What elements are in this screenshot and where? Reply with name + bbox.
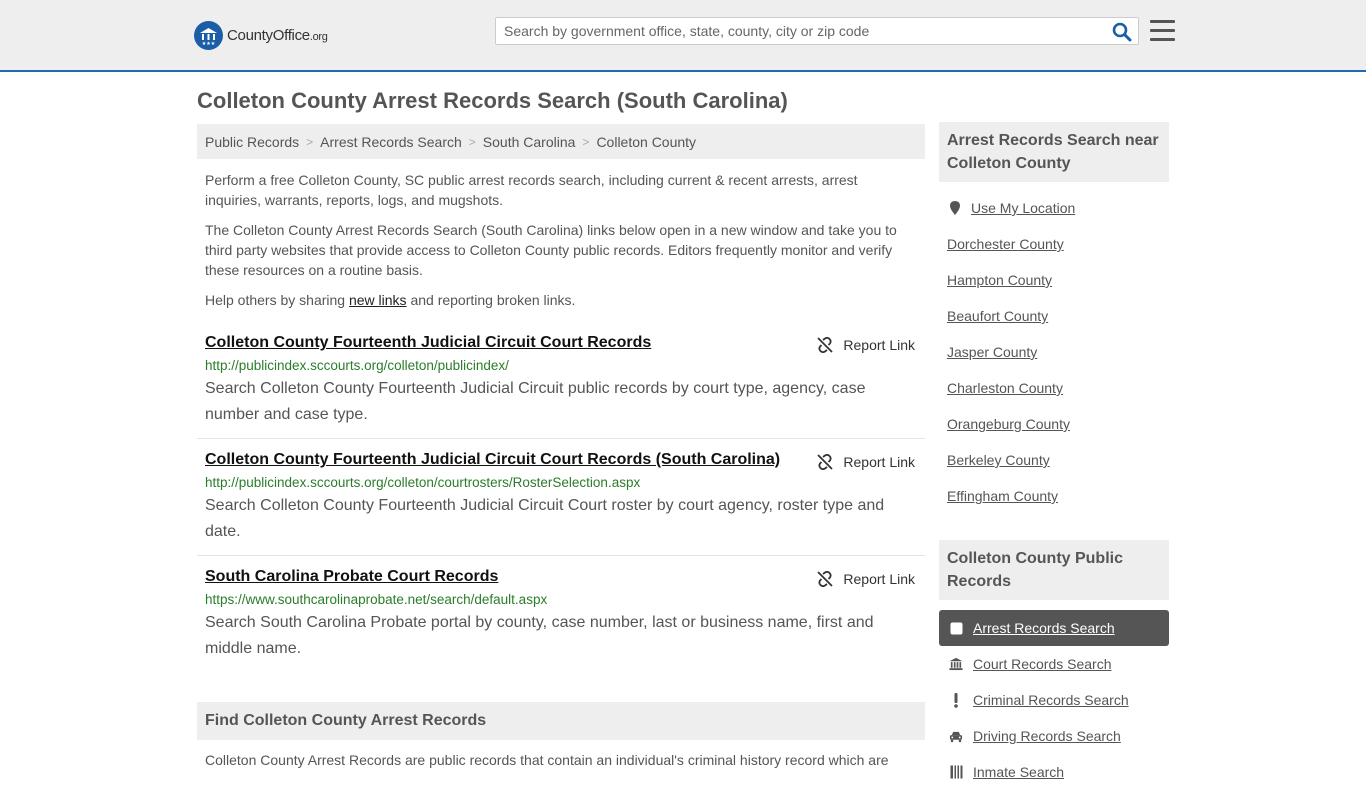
sidebar-item-criminal-records[interactable]: Criminal Records Search <box>939 682 1169 718</box>
search-input[interactable] <box>496 18 1104 44</box>
breadcrumb-arrest-records-search[interactable]: Arrest Records Search <box>320 134 462 150</box>
breadcrumb-separator-icon: > <box>582 134 590 149</box>
page-title: Colleton County Arrest Records Search (S… <box>197 88 788 113</box>
sidebar-item-effingham[interactable]: Effingham County <box>939 478 1169 514</box>
sidebar-item-hampton[interactable]: Hampton County <box>939 262 1169 298</box>
sidebar-item-jasper[interactable]: Jasper County <box>939 334 1169 370</box>
result-url: https://www.southcarolinaprobate.net/sea… <box>205 592 548 607</box>
result-description: Search Colleton County Fourteenth Judici… <box>205 380 866 423</box>
public-records-heading: Colleton County Public Records <box>939 540 1169 600</box>
hamburger-menu-icon[interactable] <box>1150 20 1175 42</box>
report-link-button[interactable]: Report Link <box>817 337 915 353</box>
new-links-link[interactable]: new links <box>349 292 407 308</box>
search-bar <box>495 17 1139 45</box>
sidebar-item-charleston[interactable]: Charleston County <box>939 370 1169 406</box>
sidebar-item-driving-records[interactable]: Driving Records Search <box>939 718 1169 754</box>
map-pin-icon <box>950 201 960 215</box>
result-title-link[interactable]: Colleton County Fourteenth Judicial Circ… <box>205 449 780 471</box>
list-item: Colleton County Fourteenth Judicial Circ… <box>197 439 925 556</box>
site-logo[interactable]: ★★★ CountyOffice.org <box>194 20 328 50</box>
report-link-label: Report Link <box>843 454 915 470</box>
breadcrumb-separator-icon: > <box>468 134 476 149</box>
intro-paragraph-2: The Colleton County Arrest Records Searc… <box>205 222 897 278</box>
logo-tld: .org <box>309 30 328 43</box>
square-icon <box>949 622 963 635</box>
breadcrumb: Public Records > Arrest Records Search >… <box>197 124 925 159</box>
logo-seal-icon: ★★★ <box>194 20 223 50</box>
sidebar-item-arrest-records[interactable]: Arrest Records Search <box>939 610 1169 646</box>
site-header: ★★★ CountyOffice.org <box>0 0 1366 72</box>
sidebar-item-berkeley[interactable]: Berkeley County <box>939 442 1169 478</box>
sidebar: Arrest Records Search near Colleton Coun… <box>939 122 1169 790</box>
result-url: http://publicindex.sccourts.org/colleton… <box>205 358 509 373</box>
use-my-location-item[interactable]: Use My Location <box>939 190 1169 226</box>
svg-text:★★★: ★★★ <box>202 41 216 46</box>
broken-link-icon <box>817 571 834 587</box>
result-title-link[interactable]: South Carolina Probate Court Records <box>205 566 498 588</box>
sidebar-item-inmate-search[interactable]: Inmate Search <box>939 754 1169 790</box>
broken-link-icon <box>817 337 834 353</box>
logo-wordmark: CountyOffice.org <box>227 27 328 44</box>
find-section-text: Colleton County Arrest Records are publi… <box>205 752 889 768</box>
report-link-label: Report Link <box>843 571 915 587</box>
search-icon[interactable] <box>1112 22 1132 42</box>
breadcrumb-south-carolina[interactable]: South Carolina <box>483 134 576 150</box>
broken-link-icon <box>817 454 834 470</box>
sidebar-item-dorchester[interactable]: Dorchester County <box>939 226 1169 262</box>
report-link-button[interactable]: Report Link <box>817 454 915 470</box>
sidebar-item-beaufort[interactable]: Beaufort County <box>939 298 1169 334</box>
exclamation-icon <box>949 692 963 708</box>
sidebar-item-orangeburg[interactable]: Orangeburg County <box>939 406 1169 442</box>
use-my-location-link[interactable]: Use My Location <box>971 200 1075 216</box>
result-title-link[interactable]: Colleton County Fourteenth Judicial Circ… <box>205 332 651 354</box>
list-item: Colleton County Fourteenth Judicial Circ… <box>197 332 925 439</box>
intro-paragraph-1: Perform a free Colleton County, SC publi… <box>205 172 858 208</box>
intro-paragraph-3: Help others by sharing new links and rep… <box>205 292 576 308</box>
breadcrumb-separator-icon: > <box>306 134 314 149</box>
list-item: South Carolina Probate Court Records Rep… <box>197 556 925 672</box>
inmate-icon <box>949 765 963 779</box>
results-list: Colleton County Fourteenth Judicial Circ… <box>197 332 925 672</box>
breadcrumb-public-records[interactable]: Public Records <box>205 134 299 150</box>
result-url: http://publicindex.sccourts.org/colleton… <box>205 475 641 490</box>
nearby-list: Use My Location Dorchester County Hampto… <box>939 190 1169 514</box>
find-section-heading: Find Colleton County Arrest Records <box>197 702 925 740</box>
intro-text: Perform a free Colleton County, SC publi… <box>197 170 925 310</box>
public-records-list: Arrest Records Search Court Records Sear… <box>939 610 1169 790</box>
main-content: Public Records > Arrest Records Search >… <box>197 124 925 672</box>
logo-name: CountyOffice <box>227 26 310 44</box>
report-link-button[interactable]: Report Link <box>817 571 915 587</box>
courthouse-icon <box>949 657 963 671</box>
nearby-heading: Arrest Records Search near Colleton Coun… <box>939 122 1169 182</box>
result-description: Search Colleton County Fourteenth Judici… <box>205 497 885 540</box>
car-icon <box>949 730 963 743</box>
sidebar-item-court-records[interactable]: Court Records Search <box>939 646 1169 682</box>
breadcrumb-colleton-county[interactable]: Colleton County <box>596 134 696 150</box>
result-description: Search South Carolina Probate portal by … <box>205 614 874 657</box>
report-link-label: Report Link <box>843 337 915 353</box>
